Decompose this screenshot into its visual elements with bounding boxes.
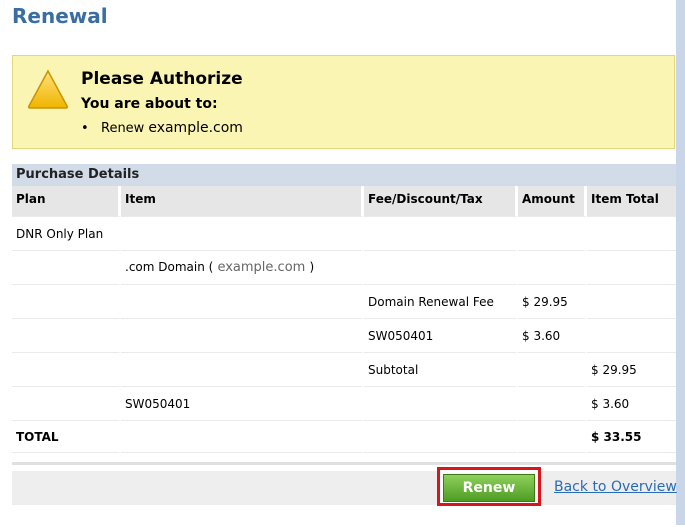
cell-item <box>121 353 364 387</box>
cell-plan: DNR Only Plan <box>12 217 121 251</box>
column-header-fee: Fee/Discount/Tax <box>364 186 518 212</box>
cell-plan <box>12 251 121 285</box>
cell-fee: SW050401 <box>364 319 518 353</box>
table-row: .com Domain ( example.com ) <box>12 251 676 285</box>
cell-total: $ 29.95 <box>587 353 676 387</box>
table-row: Subtotal $ 29.95 <box>12 353 676 387</box>
column-header-item: Item <box>121 186 364 212</box>
total-label: TOTAL <box>12 421 121 453</box>
table-header-row: Plan Item Fee/Discount/Tax Amount Item T… <box>12 186 676 212</box>
column-header-amount: Amount <box>518 186 587 212</box>
cell-item <box>121 217 364 251</box>
authorize-subtitle: You are about to: <box>81 96 218 112</box>
purchase-table: Plan Item Fee/Discount/Tax Amount Item T… <box>12 186 676 453</box>
cell-item: .com Domain ( example.com ) <box>121 251 364 285</box>
cell-amount: $ 29.95 <box>518 285 587 319</box>
table-row: DNR Only Plan <box>12 217 676 251</box>
cell-plan <box>12 353 121 387</box>
table-row: SW050401 $ 3.60 <box>12 387 676 421</box>
cell-amount <box>518 387 587 421</box>
authorize-item: • Renew example.com <box>81 120 243 136</box>
cell-total <box>587 217 676 251</box>
cell-fee: Domain Renewal Fee <box>364 285 518 319</box>
authorize-domain: example.com <box>148 120 243 136</box>
cell-fee: Subtotal <box>364 353 518 387</box>
authorize-title: Please Authorize <box>81 69 243 89</box>
item-label: .com Domain ( <box>125 260 214 274</box>
cell-item <box>121 319 364 353</box>
table-row: Domain Renewal Fee $ 29.95 <box>12 285 676 319</box>
cell-plan <box>12 319 121 353</box>
back-to-overview-link[interactable]: Back to Overview <box>554 479 677 495</box>
page-title: Renewal <box>12 4 108 28</box>
cell-total <box>587 251 676 285</box>
cell-amount <box>518 353 587 387</box>
cell-total <box>587 285 676 319</box>
cell-amount <box>518 251 587 285</box>
item-domain: example.com <box>213 260 310 275</box>
column-header-item-total: Item Total <box>587 186 676 212</box>
warning-icon <box>27 69 69 109</box>
column-header-plan: Plan <box>12 186 121 212</box>
authorize-action: Renew <box>101 121 145 136</box>
item-suffix: ) <box>309 260 315 274</box>
total-row: TOTAL $ 33.55 <box>12 421 676 453</box>
cell-fee <box>364 217 518 251</box>
total-value: $ 33.55 <box>587 421 676 453</box>
table-bottom-divider <box>12 462 676 465</box>
bullet: • <box>81 121 89 136</box>
cell-total: $ 3.60 <box>587 387 676 421</box>
cell-fee <box>364 387 518 421</box>
scrollbar-track[interactable] <box>676 0 685 525</box>
cell-amount: $ 3.60 <box>518 319 587 353</box>
cell-item <box>121 285 364 319</box>
table-row: SW050401 $ 3.60 <box>12 319 676 353</box>
renew-now-button[interactable]: Renew Now <box>443 474 535 522</box>
cell-fee <box>364 251 518 285</box>
cell-total <box>587 319 676 353</box>
purchase-details-header: Purchase Details <box>12 164 676 186</box>
cell-amount <box>518 217 587 251</box>
cell-item: SW050401 <box>121 387 364 421</box>
cell-plan <box>12 387 121 421</box>
authorize-notice: Please Authorize You are about to: • Rene… <box>12 55 675 149</box>
cell-plan <box>12 285 121 319</box>
